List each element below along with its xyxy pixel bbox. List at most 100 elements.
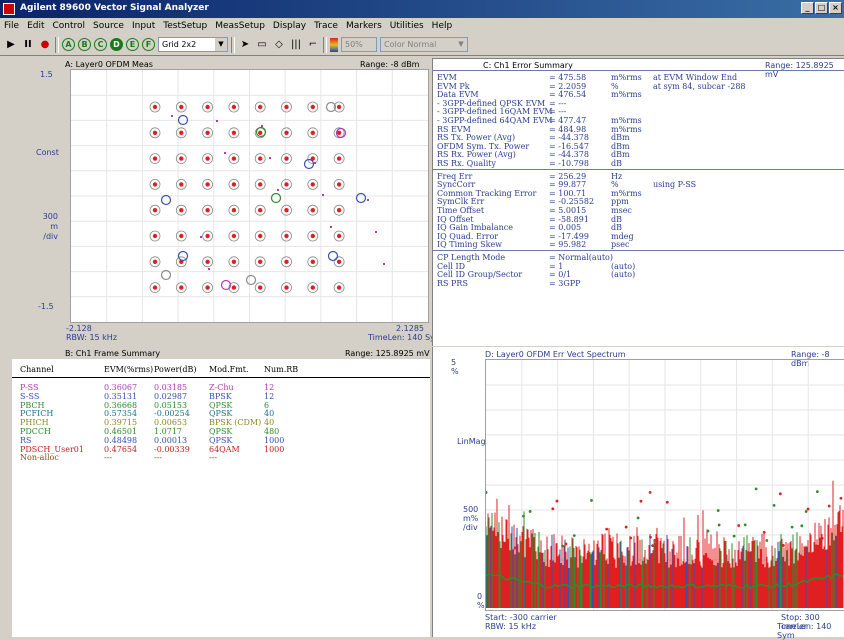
record-icon[interactable]: ● bbox=[38, 37, 52, 53]
pane-a-y-bottom: -1.5 bbox=[38, 302, 54, 311]
frame-summary-rb: 1000 bbox=[264, 444, 285, 454]
constellation-point bbox=[284, 182, 289, 187]
chevron-down-icon: ▼ bbox=[455, 38, 467, 51]
trace-e-button[interactable]: E bbox=[126, 38, 139, 51]
menu-file[interactable]: File bbox=[0, 21, 23, 31]
zoom-box-icon[interactable]: ▭ bbox=[255, 37, 269, 53]
menu-trace[interactable]: Trace bbox=[310, 21, 342, 31]
constellation-point bbox=[284, 259, 289, 264]
pane-a-rbw: RBW: 15 kHz bbox=[66, 333, 118, 342]
metric-name: RS Rx. Quality bbox=[437, 159, 496, 168]
pause-icon[interactable]: II bbox=[21, 37, 35, 53]
constellation-point bbox=[205, 182, 210, 187]
metric-note: using P-SS bbox=[653, 180, 697, 190]
trace-f-button[interactable]: F bbox=[142, 38, 155, 51]
peak-point bbox=[762, 530, 766, 534]
menu-utilities[interactable]: Utilities bbox=[386, 21, 428, 31]
stray-symbol bbox=[216, 120, 218, 122]
peak-point bbox=[572, 534, 576, 538]
maximize-button[interactable]: □ bbox=[815, 2, 828, 14]
constellation-point bbox=[310, 285, 315, 290]
frame-summary-mod: QPSK bbox=[209, 409, 233, 419]
constellation-point bbox=[179, 233, 184, 239]
trace-b-button[interactable]: B bbox=[78, 38, 91, 51]
close-button[interactable]: × bbox=[829, 2, 842, 14]
menu-markers[interactable]: Markers bbox=[342, 21, 386, 31]
frame-summary-mod: 64QAM bbox=[209, 444, 240, 454]
pane-d[interactable]: D: Layer0 OFDM Err Vect Spectrum Range: … bbox=[432, 347, 844, 640]
constellation-point bbox=[152, 156, 158, 161]
pane-d-timelen: TimeLen: 140 Sym bbox=[777, 622, 832, 640]
trace-c-button[interactable]: C bbox=[94, 38, 107, 51]
play-icon[interactable]: ▶ bbox=[4, 37, 18, 53]
trace-d-button[interactable]: D bbox=[110, 38, 123, 51]
stray-symbol bbox=[208, 268, 210, 270]
constellation-point bbox=[258, 259, 263, 264]
chevron-down-icon: ▼ bbox=[215, 38, 227, 51]
menu-control[interactable]: Control bbox=[49, 21, 90, 31]
frame-summary-power: 0.00653 bbox=[154, 418, 188, 428]
color-palette-icon[interactable] bbox=[330, 37, 338, 52]
constellation-point bbox=[205, 156, 210, 161]
constellation-point bbox=[231, 233, 237, 239]
constellation-point bbox=[179, 130, 184, 135]
constellation-point bbox=[152, 130, 158, 135]
menu-edit[interactable]: Edit bbox=[23, 21, 48, 31]
frame-summary-evm: 0.36067 bbox=[104, 383, 138, 392]
peak-point bbox=[815, 490, 819, 494]
pane-a-x-left: -2.128 bbox=[66, 324, 92, 333]
peak-point bbox=[555, 499, 559, 503]
menu-meassetup[interactable]: MeasSetup bbox=[211, 21, 269, 31]
menu-display[interactable]: Display bbox=[269, 21, 310, 31]
minimize-button[interactable]: _ bbox=[801, 2, 814, 14]
frame-summary-rb: 40 bbox=[264, 418, 275, 428]
constellation-point bbox=[205, 208, 210, 213]
pane-d-y-top: 5% bbox=[451, 358, 459, 376]
peak-point bbox=[636, 516, 640, 520]
pane-a-plot[interactable] bbox=[70, 69, 429, 323]
metric-value: = 95.982 bbox=[549, 240, 587, 250]
constellation-point bbox=[284, 208, 289, 213]
color-scheme-select[interactable]: Color Normal ▼ bbox=[380, 37, 468, 52]
pane-a-y-mid: Const bbox=[36, 148, 59, 157]
band-marker-icon[interactable]: ||| bbox=[289, 37, 303, 53]
peak-point bbox=[551, 507, 555, 511]
constellation-point bbox=[179, 104, 184, 110]
metric-unit: (auto) bbox=[611, 270, 636, 280]
constellation-point bbox=[336, 104, 342, 110]
frame-summary-evm: 0.47654 bbox=[104, 444, 138, 454]
menu-bar: File Edit Control Source Input TestSetup… bbox=[0, 18, 844, 34]
persistence-percent[interactable]: 50% bbox=[341, 37, 377, 52]
pane-d-y-mid: LinMag bbox=[457, 437, 486, 446]
pane-c[interactable]: C: Ch1 Error Summary Range: 125.8925 mV … bbox=[432, 58, 844, 346]
peak-point bbox=[790, 525, 794, 529]
peak-marker-icon[interactable]: ⌐ bbox=[306, 37, 320, 53]
peak-point bbox=[564, 542, 568, 546]
constellation-point bbox=[231, 285, 237, 290]
frame-summary-rb: 1000 bbox=[264, 435, 285, 445]
frame-summary-evm: 0.35131 bbox=[104, 391, 138, 401]
frame-summary-evm: 0.48498 bbox=[104, 435, 138, 445]
frame-summary-evm: 0.39715 bbox=[104, 418, 138, 428]
metric-note: at sym 84, subcar -288 bbox=[653, 81, 746, 91]
peak-point bbox=[605, 527, 609, 531]
trace-a-button[interactable]: A bbox=[62, 38, 75, 51]
menu-source[interactable]: Source bbox=[89, 21, 128, 31]
pane-b[interactable]: Channel EVM(%rms) Power(dB) Mod.Fmt. Num… bbox=[12, 359, 430, 637]
peak-point bbox=[653, 538, 657, 542]
peak-point bbox=[649, 535, 652, 539]
menu-testsetup[interactable]: TestSetup bbox=[159, 21, 211, 31]
marker-icon[interactable]: ◇ bbox=[272, 37, 286, 53]
peak-point bbox=[743, 523, 747, 527]
layout-select[interactable]: Grid 2x2 ▼ bbox=[158, 37, 228, 52]
reference-symbol bbox=[160, 194, 172, 206]
menu-help[interactable]: Help bbox=[428, 21, 457, 31]
constellation-point bbox=[231, 259, 237, 264]
frame-summary-channel: PBCH bbox=[20, 400, 45, 410]
constellation-point bbox=[336, 233, 342, 239]
frame-summary-channel: PCFICH bbox=[20, 409, 54, 419]
metric-value: = 3GPP bbox=[549, 278, 581, 288]
menu-input[interactable]: Input bbox=[128, 21, 159, 31]
constellation-point bbox=[258, 182, 263, 187]
pointer-icon[interactable]: ➤ bbox=[238, 37, 252, 53]
